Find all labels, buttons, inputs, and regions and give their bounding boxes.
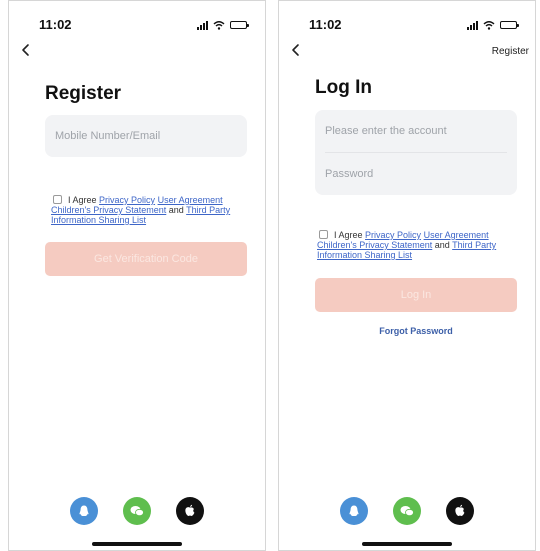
- status-bar: 11:02: [279, 17, 535, 37]
- agreement-text: I Agree Privacy Policy User Agreement Ch…: [317, 230, 521, 260]
- forgot-password-link[interactable]: Forgot Password: [315, 326, 517, 336]
- user-agreement-link[interactable]: User Agreement: [158, 195, 223, 205]
- user-agreement-link[interactable]: User Agreement: [424, 230, 489, 240]
- login-input-box: Please enter the account Password: [315, 110, 517, 195]
- wechat-icon[interactable]: [393, 497, 421, 525]
- childrens-privacy-link[interactable]: Children's Privacy Statement: [51, 205, 166, 215]
- social-login-row: [279, 497, 535, 525]
- privacy-policy-link[interactable]: Privacy Policy: [365, 230, 421, 240]
- password-input[interactable]: Password: [315, 153, 517, 195]
- privacy-policy-link[interactable]: Privacy Policy: [99, 195, 155, 205]
- wifi-icon: [483, 21, 495, 30]
- register-screen: 11:02 Register Mobile Number/Email I Agr…: [8, 0, 266, 551]
- signal-icon: [467, 20, 478, 30]
- apple-icon[interactable]: [446, 497, 474, 525]
- and-label: and: [434, 240, 450, 250]
- battery-icon: [230, 21, 249, 29]
- wechat-icon[interactable]: [123, 497, 151, 525]
- qq-icon[interactable]: [340, 497, 368, 525]
- and-label: and: [168, 205, 184, 215]
- back-arrow-icon[interactable]: [289, 43, 303, 57]
- register-link[interactable]: Register: [492, 46, 529, 57]
- home-indicator: [362, 542, 452, 546]
- agreement-text: I Agree Privacy Policy User Agreement Ch…: [51, 195, 255, 225]
- get-verification-code-button[interactable]: Get Verification Code: [45, 242, 247, 276]
- qq-icon[interactable]: [70, 497, 98, 525]
- status-bar: 11:02: [9, 17, 265, 37]
- battery-icon: [500, 21, 519, 29]
- agreement-checkbox[interactable]: [319, 230, 328, 239]
- status-time: 11:02: [309, 17, 342, 32]
- childrens-privacy-link[interactable]: Children's Privacy Statement: [317, 240, 432, 250]
- account-input[interactable]: Please enter the account: [325, 110, 507, 153]
- agreement-checkbox[interactable]: [53, 195, 62, 204]
- back-arrow-icon[interactable]: [19, 43, 33, 57]
- status-time: 11:02: [39, 17, 72, 32]
- home-indicator: [92, 542, 182, 546]
- agree-label: I Agree: [334, 230, 363, 240]
- signal-icon: [197, 20, 208, 30]
- login-screen: 11:02 Register Log In Please enter the a…: [278, 0, 536, 551]
- social-login-row: [9, 497, 265, 525]
- agree-label: I Agree: [68, 195, 97, 205]
- register-input-box: Mobile Number/Email: [45, 115, 247, 157]
- page-title: Log In: [315, 77, 372, 98]
- mobile-email-input[interactable]: Mobile Number/Email: [45, 115, 247, 157]
- wifi-icon: [213, 21, 225, 30]
- status-indicators: [197, 20, 249, 30]
- login-button[interactable]: Log In: [315, 278, 517, 312]
- page-title: Register: [45, 83, 122, 104]
- apple-icon[interactable]: [176, 497, 204, 525]
- status-indicators: [467, 20, 519, 30]
